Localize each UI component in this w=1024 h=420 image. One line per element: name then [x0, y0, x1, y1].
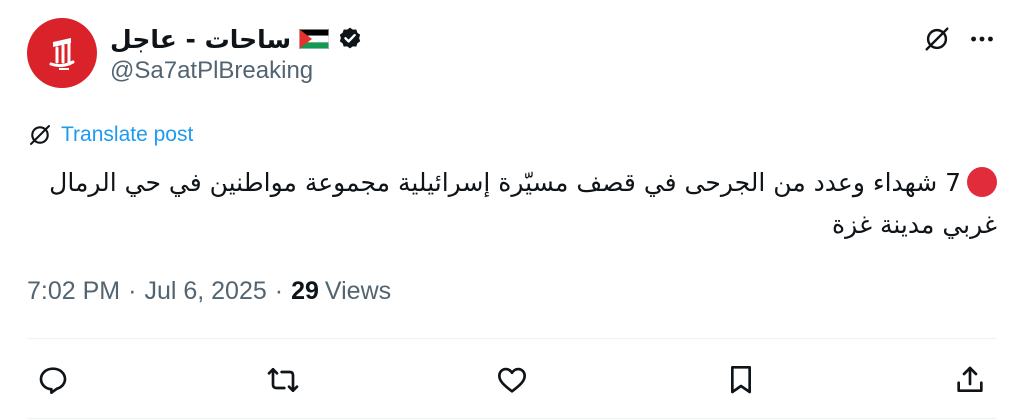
- meta-separator: ·: [128, 276, 137, 305]
- action-bar: [27, 356, 997, 404]
- reply-button[interactable]: [29, 356, 77, 404]
- post-time[interactable]: 7:02 PM: [27, 277, 120, 306]
- post-text-content: 7 شهداء وعدد من الجرحى في قصف مسيّرة إسر…: [49, 168, 997, 239]
- translate-label[interactable]: Translate post: [61, 123, 193, 147]
- avatar[interactable]: [27, 18, 97, 88]
- display-name[interactable]: ساحات - عاجل: [110, 25, 291, 54]
- palestine-flag-icon: [299, 29, 330, 49]
- divider: [27, 418, 997, 419]
- grok-icon: [925, 27, 949, 51]
- post-date[interactable]: Jul 6, 2025: [144, 277, 266, 306]
- views-count: 29: [291, 276, 319, 305]
- share-button[interactable]: [946, 356, 994, 404]
- share-icon: [957, 366, 983, 392]
- meta-separator: ·: [274, 276, 284, 305]
- grok-button[interactable]: [920, 22, 954, 56]
- repost-button[interactable]: [259, 356, 307, 404]
- bookmark-button[interactable]: [717, 356, 765, 404]
- post-text: 7 شهداء وعدد من الجرحى في قصف مسيّرة إسر…: [27, 162, 997, 246]
- sahat-logo-icon: [49, 38, 75, 70]
- repost-icon: [267, 368, 299, 392]
- post-meta: 7:02 PM · Jul 6, 2025 · 29 Views: [27, 274, 391, 308]
- name-row: ساحات - عاجل: [110, 22, 363, 56]
- like-button[interactable]: [488, 356, 536, 404]
- verified-badge-icon[interactable]: [337, 26, 363, 52]
- like-icon: [498, 367, 526, 393]
- more-icon: [971, 36, 993, 42]
- translate-post-link[interactable]: Translate post: [27, 120, 193, 150]
- handle[interactable]: @Sa7atPlBreaking: [110, 57, 313, 85]
- reply-icon: [39, 367, 67, 394]
- bookmark-icon: [731, 366, 751, 394]
- divider: [27, 338, 997, 339]
- more-button[interactable]: [965, 22, 999, 56]
- views-label: Views: [324, 276, 392, 305]
- red-circle-emoji-icon: [967, 167, 997, 197]
- grok-icon: [30, 125, 50, 145]
